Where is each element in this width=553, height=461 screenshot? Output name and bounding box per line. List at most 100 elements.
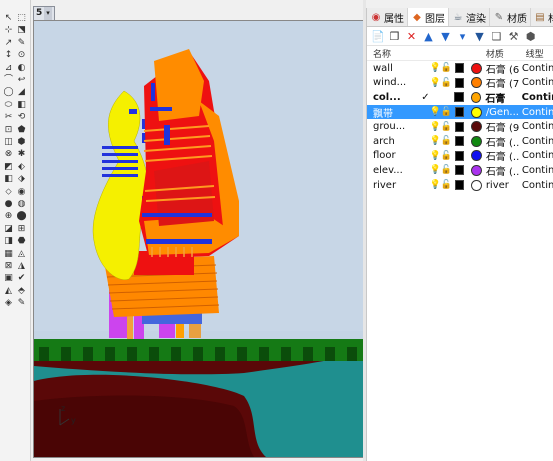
layer-name[interactable]: floor (367, 150, 420, 161)
ellipse-tool-icon[interactable]: ⬭ (2, 99, 15, 111)
layer-name[interactable]: arch (367, 136, 420, 147)
layer-linetype[interactable]: Continu (520, 77, 553, 88)
layer-row[interactable]: river💡🔓riverContinu (367, 178, 553, 193)
print-color-swatch[interactable] (454, 165, 465, 176)
print-color-swatch[interactable] (454, 121, 465, 132)
header-name[interactable]: 名称 (367, 47, 432, 60)
move-down-icon[interactable]: ▼ (439, 30, 452, 43)
layer-color-swatch[interactable] (471, 77, 482, 89)
transform-tool-icon[interactable]: ◮ (15, 260, 28, 272)
box-tool-icon[interactable]: ⬟ (15, 124, 28, 136)
layer-linetype[interactable]: Continu (520, 165, 553, 176)
layer-material[interactable]: 石膏 (... (486, 134, 520, 149)
new-layer-icon[interactable]: 📄 (371, 30, 385, 43)
layer-row[interactable]: elev... 💡🔓 石膏 (...Continu (367, 163, 553, 178)
line-tool-icon[interactable]: ⊙ (15, 49, 28, 61)
layer-linetype[interactable]: Continu (520, 63, 553, 74)
surface-tool-icon[interactable]: ⬖ (15, 161, 28, 173)
layer-row[interactable]: wind... 💡🔓 石膏 (7)Continu (367, 75, 553, 90)
edit-tool-icon[interactable]: ✎ (15, 297, 28, 309)
new-sublayer-icon[interactable]: ❐ (388, 30, 401, 43)
line-tool-icon[interactable]: ↕ (2, 49, 15, 61)
print-color-swatch[interactable] (454, 136, 465, 147)
header-material[interactable]: 材质 (486, 47, 526, 60)
tab-material-library[interactable]: ▤材... (531, 8, 553, 26)
cylinder-tool-icon[interactable]: ⊕ (2, 210, 15, 222)
layer-name[interactable]: col... (367, 92, 421, 103)
layer-row[interactable]: 飘带 💡🔓 /Gen...Continu (367, 104, 553, 120)
extrude-tool-icon[interactable]: ◧ (2, 173, 15, 185)
lock-icon[interactable]: 🔓 (441, 78, 452, 88)
trim-tool-icon[interactable]: ⟲ (15, 111, 28, 123)
transform-tool-icon[interactable]: ⊠ (2, 260, 15, 272)
layer-color-swatch[interactable] (471, 164, 482, 176)
layer-color-swatch[interactable] (471, 179, 482, 191)
trim-tool-icon[interactable]: ✂ (2, 111, 15, 123)
visibility-bulb-icon[interactable]: 💡 (430, 63, 441, 73)
layer-linetype[interactable]: Continu (520, 180, 553, 191)
boolean-tool-icon[interactable]: ✱ (15, 148, 28, 160)
print-color-swatch[interactable] (454, 180, 465, 191)
mesh-tool-icon[interactable]: ◪ (2, 223, 15, 235)
layer-material[interactable]: 石膏 (7) (486, 75, 520, 90)
cylinder-tool-icon[interactable]: ⬤ (15, 210, 28, 222)
arc-tool-icon[interactable]: ◐ (15, 62, 28, 74)
layer-material[interactable]: 石膏 (6) (486, 61, 520, 76)
select-tool-icon[interactable]: ↖ (2, 12, 15, 24)
options-icon[interactable]: ⬢ (524, 30, 537, 43)
visibility-bulb-icon[interactable]: 💡 (430, 180, 441, 190)
print-color-swatch[interactable] (454, 77, 465, 88)
layer-color-swatch[interactable] (471, 121, 482, 133)
tab-rendering[interactable]: ☕ 渲染 (449, 8, 490, 26)
ellipse-tool-icon[interactable]: ◧ (15, 99, 28, 111)
layer-linetype[interactable]: Continu (520, 136, 553, 147)
curve-tool-icon[interactable]: ✎ (15, 37, 28, 49)
lock-icon[interactable]: 🔓 (441, 151, 452, 161)
check-tool-icon[interactable]: ▣ (2, 272, 15, 284)
surface-tool-icon[interactable]: ◩ (2, 161, 15, 173)
render-tool-icon[interactable]: ⬣ (15, 235, 28, 247)
mesh-tool-icon[interactable]: ⊞ (15, 223, 28, 235)
lock-icon[interactable]: 🔓 (441, 107, 452, 117)
layer-name[interactable]: 飘带 (367, 105, 420, 120)
polyline-tool-icon[interactable]: ⌒ (2, 74, 15, 86)
tab-layers[interactable]: ◆ 图层 (408, 8, 449, 26)
layer-linetype[interactable]: Continu (520, 121, 553, 132)
header-linetype[interactable]: 线型 (526, 47, 553, 60)
current-layer-check-icon[interactable]: ✓ (421, 92, 431, 103)
visibility-bulb-icon[interactable]: 💡 (430, 136, 441, 146)
print-color-swatch[interactable] (454, 92, 464, 103)
tab-materials[interactable]: ✎ 材质 (490, 8, 531, 26)
layer-name[interactable]: elev... (367, 165, 420, 176)
box-tool-icon[interactable]: ⊡ (2, 124, 15, 136)
arc-tool-icon[interactable]: ⊿ (2, 62, 15, 74)
move-up-icon[interactable]: ▲ (422, 30, 435, 43)
layer-color-swatch[interactable] (471, 150, 482, 162)
layer-color-swatch[interactable] (471, 106, 482, 118)
circle-tool-icon[interactable]: ◢ (15, 86, 28, 98)
solid-tool-icon[interactable]: ⬢ (15, 136, 28, 148)
layer-row[interactable]: col...✓ 石膏Continu (367, 90, 553, 105)
layer-material[interactable]: 石膏 (9) (486, 119, 520, 134)
layer-material[interactable]: 石膏 (485, 90, 519, 105)
layer-material[interactable]: /Gen... (486, 107, 520, 118)
layer-material[interactable]: 石膏 (... (486, 148, 520, 163)
lock-icon[interactable]: 🔓 (441, 165, 452, 175)
lock-icon[interactable]: 🔓 (441, 63, 452, 73)
loft-tool-icon[interactable]: ◉ (15, 186, 28, 198)
delete-layer-icon[interactable]: ✕ (405, 30, 418, 43)
layer-row[interactable]: grou... 💡🔓 石膏 (9)Continu (367, 119, 553, 134)
layer-material[interactable]: river (486, 180, 520, 191)
visibility-bulb-icon[interactable]: 💡 (430, 122, 441, 132)
layer-row[interactable]: arch 💡🔓 石膏 (...Continu (367, 134, 553, 149)
dimension-tool-icon[interactable]: ◭ (2, 285, 15, 297)
visibility-bulb-icon[interactable]: 💡 (430, 151, 441, 161)
polyline-tool-icon[interactable]: ↩ (15, 74, 28, 86)
layer-linetype[interactable]: Continu (520, 92, 553, 103)
lock-icon[interactable]: 🔓 (441, 136, 452, 146)
layer-row[interactable]: wall 💡🔓 石膏 (6)Continu (367, 61, 553, 76)
edit-tool-icon[interactable]: ◈ (2, 297, 15, 309)
point-tool-icon[interactable]: ⊹ (2, 24, 15, 36)
curve-tool-icon[interactable]: ↗ (2, 37, 15, 49)
grid-tool-icon[interactable]: ◬ (15, 248, 28, 260)
